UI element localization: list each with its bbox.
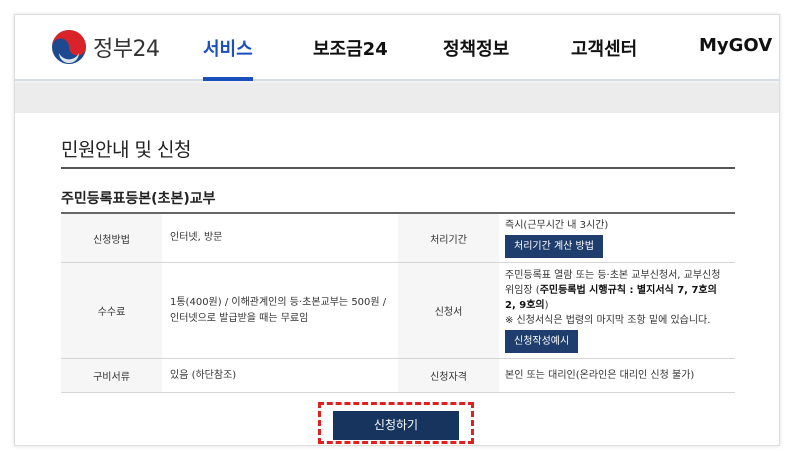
nav-customer-center[interactable]: 고객센터 <box>571 35 637 81</box>
form-text-end: ) <box>544 300 549 311</box>
breadcrumb-band <box>15 83 779 113</box>
period-calc-button[interactable]: 처리기간 계산 방법 <box>505 235 603 258</box>
title-divider <box>61 167 735 169</box>
form-example-button[interactable]: 신청작성예시 <box>505 330 579 353</box>
main-content: 민원안내 및 신청 주민등록표등본(초본)교부 신청방법 인터넷, 방문 처리기… <box>15 113 779 445</box>
page-title: 민원안내 및 신청 <box>61 139 191 161</box>
apply-highlight: 신청하기 <box>318 402 474 444</box>
nav-services[interactable]: 서비스 <box>203 35 253 81</box>
table-row: 구비서류 있음 (하단참조) 신청자격 본인 또는 대리인(온라인은 대리인 신… <box>61 358 735 393</box>
fee-value: 1통(400원) / 이해관계인의 등·초본교부는 500원 / 인터넷으로 발… <box>162 262 398 359</box>
nav-subsidy24[interactable]: 보조금24 <box>313 35 388 81</box>
form-label: 신청서 <box>398 262 499 359</box>
eligibility-label: 신청자격 <box>398 358 499 393</box>
nav-policy-info[interactable]: 정책정보 <box>443 35 509 81</box>
docs-value: 있음 (하단참조) <box>162 358 398 393</box>
period-value: 즉시(근무시간 내 3시간) <box>505 220 609 231</box>
period-cell: 즉시(근무시간 내 3시간) 처리기간 계산 방법 <box>499 213 735 263</box>
service-info-table: 신청방법 인터넷, 방문 처리기간 즉시(근무시간 내 3시간) 처리기간 계산… <box>61 212 735 393</box>
logo-text: 정부24 <box>93 37 160 62</box>
form-note: ※ 신청서식은 법령의 마지막 조항 밑에 있습니다. <box>505 315 711 326</box>
government-emblem-icon <box>52 30 86 64</box>
browser-window: 정부24 서비스 보조금24 정책정보 고객센터 MyGOV 민원안내 및 신청… <box>14 14 780 446</box>
table-row: 신청방법 인터넷, 방문 처리기간 즉시(근무시간 내 3시간) 처리기간 계산… <box>61 213 735 263</box>
method-value: 인터넷, 방문 <box>162 213 398 263</box>
form-cell: 주민등록표 열람 또는 등·초본 교부신청서, 교부신청 위임장 (주민등록법 … <box>499 262 735 359</box>
docs-label: 구비서류 <box>61 358 162 393</box>
site-logo[interactable]: 정부24 <box>51 29 160 65</box>
table-row: 수수료 1통(400원) / 이해관계인의 등·초본교부는 500원 / 인터넷… <box>61 262 735 359</box>
method-label: 신청방법 <box>61 213 162 263</box>
period-label: 처리기간 <box>398 213 499 263</box>
form-description: 주민등록표 열람 또는 등·초본 교부신청서, 교부신청 위임장 (주민등록법 … <box>505 268 727 313</box>
eligibility-value: 본인 또는 대리인(온라인은 대리인 신청 불가) <box>499 358 735 393</box>
site-header: 정부24 서비스 보조금24 정책정보 고객센터 MyGOV <box>15 15 779 81</box>
fee-label: 수수료 <box>61 262 162 359</box>
apply-button[interactable]: 신청하기 <box>333 411 459 440</box>
nav-mygov[interactable]: MyGOV <box>699 35 772 81</box>
service-title: 주민등록표등본(초본)교부 <box>61 191 216 207</box>
